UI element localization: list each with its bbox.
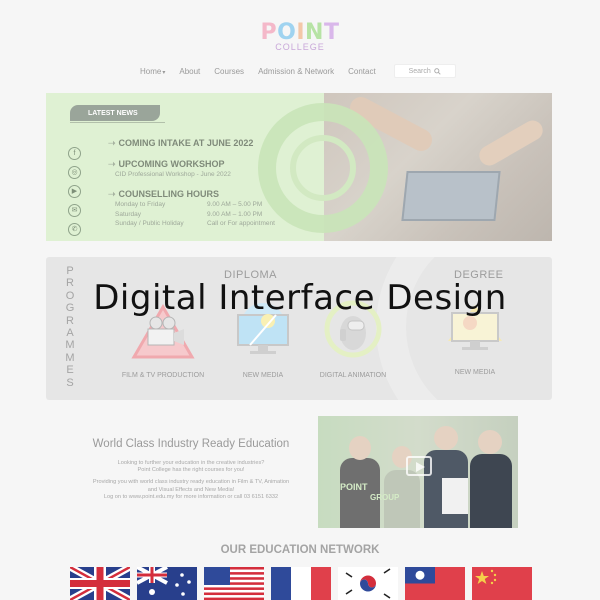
network-heading: OUR EDUCATION NETWORK [220,544,380,556]
news-list: ➝ COMING INTAKE AT JUNE 2022 ➝ UPCOMING WO… [108,137,318,238]
chevron-down-icon: ▾ [162,69,166,76]
hero-banner[interactable]: LATEST NEWS f ◎ ▶ ✉ ✆ ➝ COMING INTAKE AT … [46,93,552,241]
social-links: f ◎ ▶ ✉ ✆ [68,147,81,236]
main-nav: Home▾ About Courses Admission & Network … [140,64,456,78]
hours-time: 9.00 AM – 5.00 PM [207,201,263,208]
email-icon[interactable]: ✉ [68,204,81,217]
news-item-intake: ➝ COMING INTAKE AT JUNE 2022 [108,137,318,149]
course-label: DIGITAL ANIMATION [319,372,387,379]
person-face [434,426,458,450]
about-line: Looking to further your education in the… [117,460,265,466]
about-text: Looking to further your education in the… [60,460,322,506]
about-line: and Visual Effects and New Media! [147,486,235,493]
search-icon [434,67,441,75]
nav-item-home[interactable]: Home▾ [140,67,165,76]
arrow-icon: ➝ [108,189,116,199]
arrow-icon: ➝ [108,138,116,148]
australia-flag-icon[interactable] [137,567,197,600]
about-line: Log on to www.point.edu.my for more info… [103,493,279,500]
news-item-workshop: ➝ UPCOMING WORKSHOP CID Professional Work… [108,158,318,179]
youtube-icon[interactable]: ▶ [68,185,81,198]
play-icon[interactable] [406,456,432,476]
promo-video[interactable]: POINT GROUP [318,416,518,528]
about-line: Point College has the right courses for … [137,467,245,474]
news-heading: COUNSELLING HOURS [118,189,220,199]
logo-wordmark: POINT [0,22,600,44]
hours-table: Monday to Friday 9.00 AM – 5.00 PM Saturd… [115,200,318,229]
flag-row [70,567,532,600]
logo[interactable]: POINT COLLEGE [0,22,600,53]
logo-subtitle: COLLEGE [275,42,325,52]
search-input[interactable]: Search [393,64,456,78]
nav-item-contact[interactable]: Contact [348,67,376,76]
divider [70,122,165,123]
uk-flag-icon[interactable] [70,567,130,600]
person-figure [470,454,512,528]
taiwan-flag-icon[interactable] [405,567,465,600]
hours-day: Monday to Friday [115,201,166,208]
hours-time: 9.00 AM – 1.00 PM [207,210,263,218]
latest-news-badge: LATEST NEWS [70,105,160,121]
news-heading: COMING INTAKE AT JUNE 2022 [118,138,254,148]
logo-letter: T [323,20,340,45]
facebook-icon[interactable]: f [68,147,81,160]
nav-item-admission[interactable]: Admission & Network [258,67,334,76]
news-subtext: CID Professional Workshop - June 2022 [115,171,231,178]
search-placeholder: Search [408,67,431,75]
instagram-icon[interactable]: ◎ [68,166,81,179]
video-brand-text: POINT [340,482,368,492]
usa-flag-icon[interactable] [204,567,264,600]
china-flag-icon[interactable] [472,567,532,600]
arrow-icon: ➝ [108,159,116,169]
hours-day: Sunday / Public Holiday [115,220,184,227]
nav-item-about[interactable]: About [179,67,200,76]
south-korea-flag-icon[interactable] [338,567,398,600]
certificate-image [442,478,468,514]
overlay-title: Digital Interface Design [93,278,507,318]
news-item-hours: ➝ COUNSELLING HOURS Monday to Friday 9.00 … [108,188,318,229]
about-heading: World Class Industry Ready Education [92,438,290,450]
nav-label: Home [140,66,162,76]
person-face [478,430,502,454]
person-face [349,436,371,460]
course-label: NEW MEDIA [454,369,496,376]
france-flag-icon[interactable] [271,567,331,600]
laptop-image [401,171,501,221]
hours-day: Saturday [115,210,142,218]
whatsapp-icon[interactable]: ✆ [68,223,81,236]
page: POINT COLLEGE Home▾ About Courses Admiss… [0,0,600,600]
hours-time: Call or For appointment [207,220,275,227]
news-heading: UPCOMING WORKSHOP [118,159,225,169]
about-line: Providing you with world class industry … [92,479,290,486]
video-brand-text: GROUP [370,493,400,502]
nav-item-courses[interactable]: Courses [214,67,244,76]
